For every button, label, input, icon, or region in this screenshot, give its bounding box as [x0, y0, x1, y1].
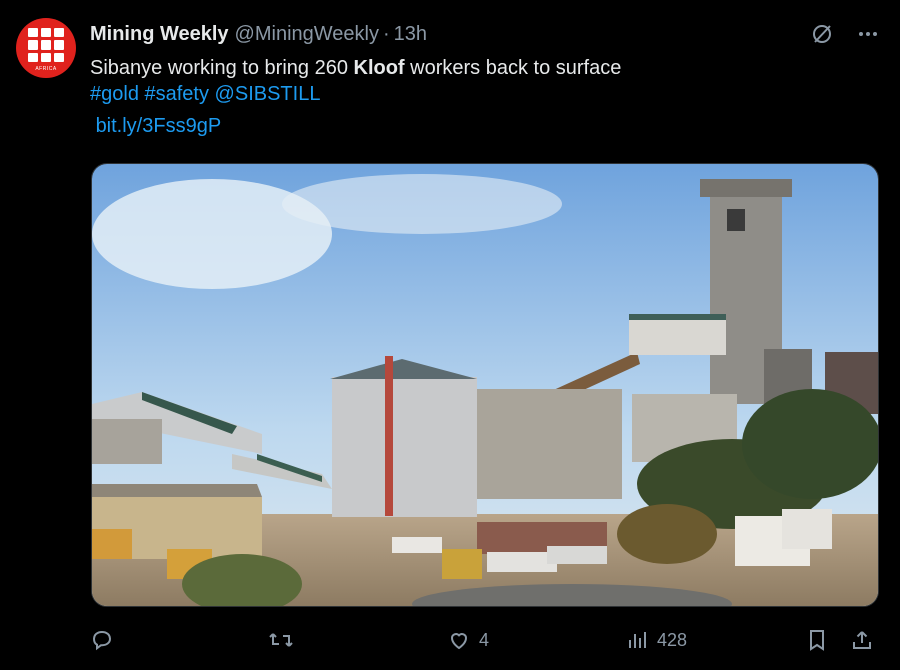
reply-icon [92, 630, 112, 651]
tweet-text: Sibanye working to bring 260 Kloof worke… [90, 55, 621, 139]
views-count: 428 [657, 629, 688, 650]
hashtag-gold[interactable]: #gold [90, 83, 139, 105]
author-name[interactable]: Mining Weekly [90, 23, 229, 46]
author-handle[interactable]: @MiningWeekly [235, 23, 379, 46]
views-chart-icon [629, 632, 646, 648]
like-count: 4 [479, 629, 490, 650]
like-button[interactable]: 4 [447, 625, 489, 655]
headline-bold: Kloof [353, 57, 405, 79]
headline-part: workers back to surface [404, 57, 622, 79]
mine-photo [92, 164, 878, 606]
mention-sibstill[interactable]: @SIBSTILL [215, 83, 321, 105]
bookmark-icon [810, 630, 824, 651]
avatar[interactable]: AFRICA [16, 18, 76, 78]
header-icons [810, 20, 880, 48]
separator-dot: · [382, 22, 390, 45]
tweet-header: Mining Weekly @MiningWeekly · 13h [90, 20, 880, 48]
grok-slash-icon[interactable] [810, 22, 834, 46]
tweet-image[interactable] [91, 163, 879, 607]
share-icon [853, 631, 871, 649]
retweet-button[interactable] [268, 625, 302, 655]
reply-button[interactable] [90, 625, 122, 655]
retweet-icon [269, 633, 293, 647]
tweet-tags: #gold #safety @SIBSTILL [90, 81, 621, 107]
tweet-headline: Sibanye working to bring 260 Kloof worke… [90, 55, 621, 81]
action-bar: 4 428 [90, 625, 880, 655]
heart-icon [450, 633, 468, 650]
tweet-link[interactable]: bit.ly/3Fss9gP [96, 115, 222, 137]
more-icon[interactable] [856, 22, 880, 46]
headline-part: Sibanye working to bring 260 [90, 57, 354, 79]
bookmark-button[interactable] [806, 625, 828, 655]
timestamp[interactable]: 13h [394, 23, 427, 46]
views-button[interactable]: 428 [625, 625, 687, 655]
hashtag-safety[interactable]: #safety [145, 83, 209, 105]
tweet-url-line: bit.ly/3Fss9gP [90, 113, 621, 139]
avatar-label: AFRICA [35, 66, 57, 72]
mining-weekly-logo [28, 28, 64, 62]
share-button[interactable] [850, 625, 874, 655]
